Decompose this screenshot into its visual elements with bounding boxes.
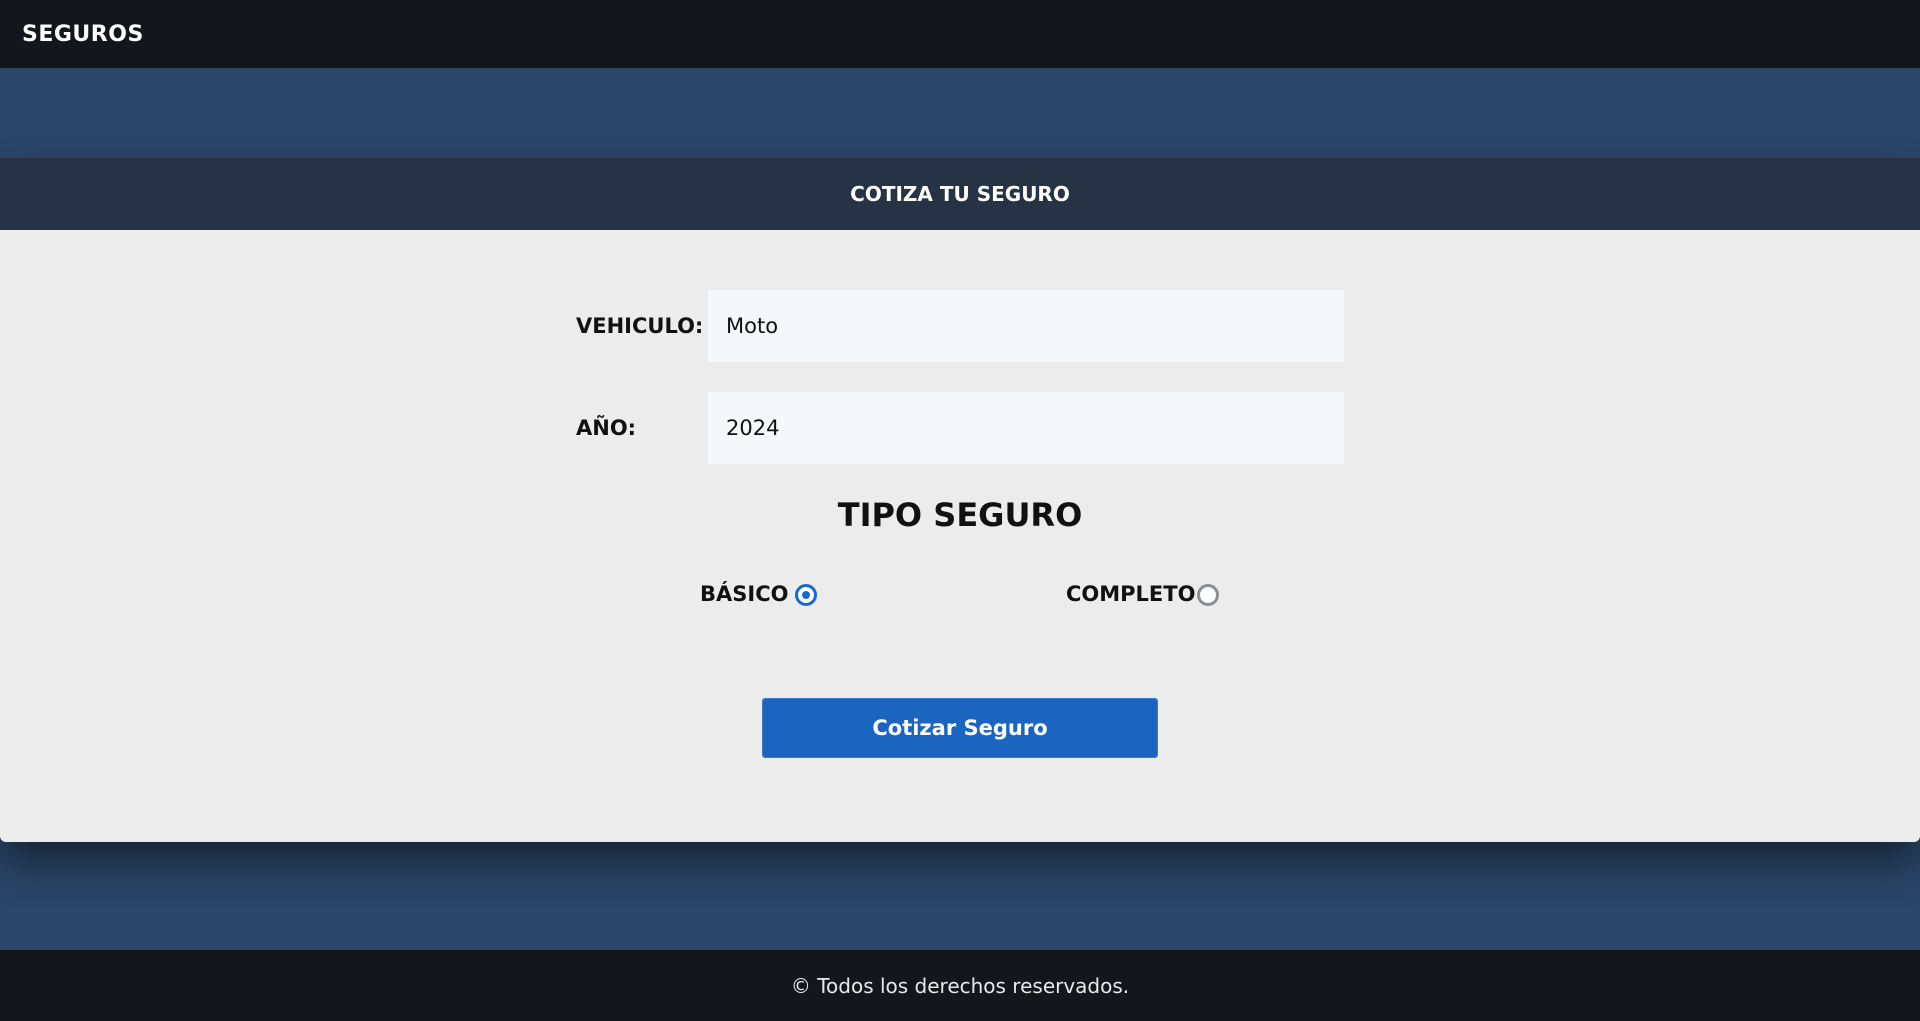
top-navbar: SEGUROS [0, 0, 1920, 68]
year-label: AÑO: [576, 416, 637, 440]
footer: © Todos los derechos reservados. [0, 950, 1920, 1021]
quote-form-card: COTIZA TU SEGURO VEHICULO: AÑO: TIPO SEG… [0, 158, 1920, 842]
basic-option-label[interactable]: BÁSICO [700, 582, 788, 606]
complete-radio[interactable] [1197, 584, 1219, 606]
form-title-bar: COTIZA TU SEGURO [0, 158, 1920, 230]
insurance-type-heading: TIPO SEGURO [837, 496, 1083, 534]
footer-copyright: © Todos los derechos reservados. [790, 973, 1130, 998]
vehicle-label: VEHICULO: [576, 314, 704, 338]
form-title: COTIZA TU SEGURO [850, 182, 1070, 206]
vehicle-input[interactable] [708, 290, 1344, 362]
basic-radio[interactable] [795, 584, 817, 606]
quote-submit-button[interactable]: Cotizar Seguro [762, 698, 1158, 758]
complete-option-label[interactable]: COMPLETO [1066, 582, 1195, 606]
year-input[interactable] [708, 392, 1344, 464]
brand-logo-text[interactable]: SEGUROS [22, 22, 144, 47]
